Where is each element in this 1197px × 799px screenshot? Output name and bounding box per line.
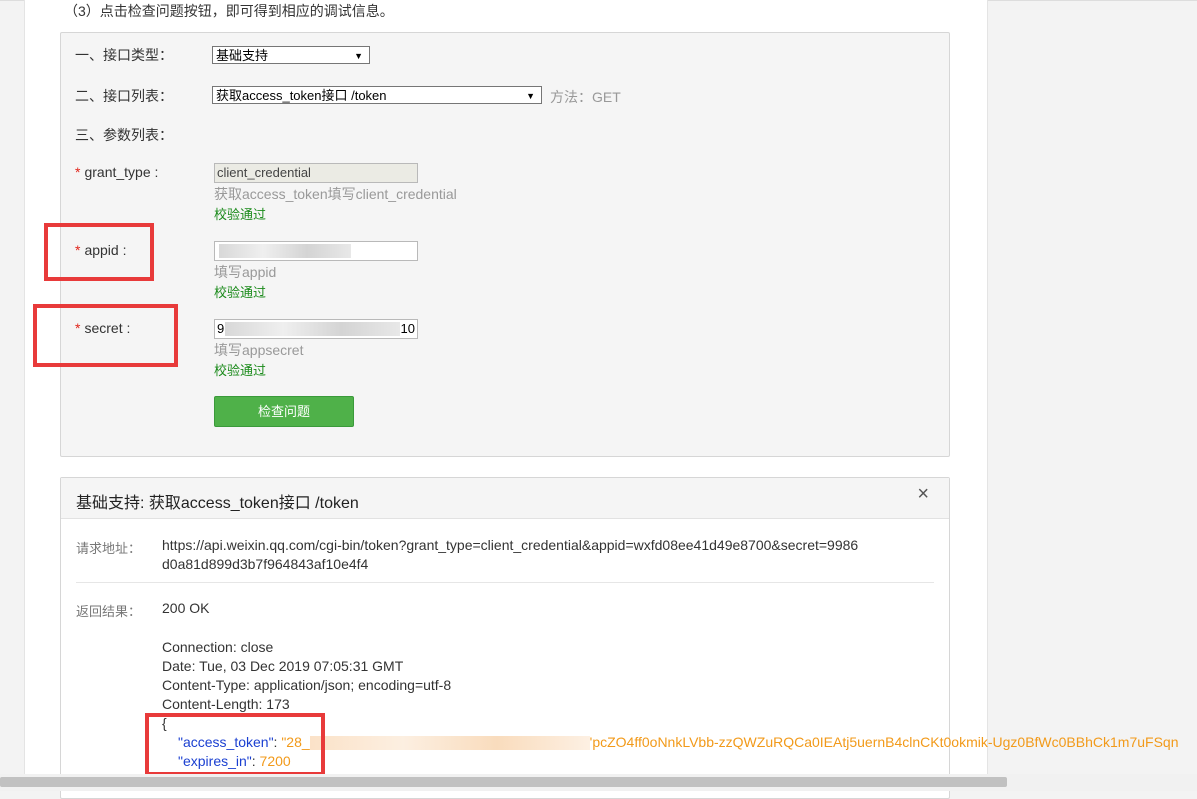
divider bbox=[76, 582, 934, 583]
result-header: 基础支持: 获取access_token接口 /token × bbox=[61, 478, 949, 519]
highlight-box-appid bbox=[44, 223, 154, 281]
redacted-value bbox=[225, 322, 400, 336]
appid-input[interactable] bbox=[214, 241, 418, 261]
interface-list-value: 获取access_token接口 /token bbox=[216, 88, 387, 103]
params-label: 三、参数列表： bbox=[75, 127, 173, 143]
chevron-down-icon: ▼ bbox=[354, 51, 363, 61]
interface-type-label: 一、接口类型： bbox=[75, 47, 173, 63]
instruction-text: （3）点击检查问题按钮，即可得到相应的调试信息。 bbox=[64, 3, 394, 19]
request-url-label: 请求地址： bbox=[76, 541, 142, 556]
secret-input[interactable]: 9 10 bbox=[214, 319, 418, 339]
interface-list-label: 二、接口列表： bbox=[75, 88, 173, 104]
debug-form-panel: 一、接口类型： 基础支持 ▼ 二、接口列表： 获取access_token接口 … bbox=[60, 32, 950, 457]
secret-value-prefix: 9 bbox=[217, 321, 225, 336]
response-header-line: Content-Length: 173 bbox=[162, 696, 290, 712]
secret-status: 校验通过 bbox=[214, 363, 267, 378]
required-mark: * bbox=[75, 164, 81, 180]
secret-value-suffix: 10 bbox=[400, 321, 415, 336]
interface-type-value: 基础支持 bbox=[216, 48, 269, 63]
chevron-down-icon: ▼ bbox=[526, 91, 535, 101]
return-result-label: 返回结果： bbox=[76, 604, 142, 619]
appid-hint: 填写appid bbox=[214, 264, 277, 280]
grant-type-status: 校验通过 bbox=[214, 207, 267, 222]
highlight-box-secret bbox=[33, 304, 178, 367]
response-header-line: Content-Type: application/json; encoding… bbox=[162, 677, 452, 693]
secret-hint: 填写appsecret bbox=[214, 342, 304, 358]
response-header-line: Date: Tue, 03 Dec 2019 07:05:31 GMT bbox=[162, 658, 404, 674]
param-grant-type-label: * grant_type : bbox=[75, 164, 159, 180]
appid-status: 校验通过 bbox=[214, 285, 267, 300]
redacted-value bbox=[219, 244, 351, 258]
interface-type-select[interactable]: 基础支持 ▼ bbox=[212, 46, 370, 64]
close-icon[interactable]: × bbox=[917, 483, 929, 506]
grant-type-input[interactable]: client_credential bbox=[214, 163, 418, 183]
request-url: https://api.weixin.qq.com/cgi-bin/token?… bbox=[162, 537, 859, 572]
horizontal-scrollbar[interactable] bbox=[0, 774, 1197, 791]
interface-list-select[interactable]: 获取access_token接口 /token ▼ bbox=[212, 86, 542, 104]
method-text: 方法：GET bbox=[550, 89, 621, 105]
response-status: 200 OK bbox=[162, 600, 210, 616]
redacted-token bbox=[309, 736, 590, 751]
scrollbar-thumb[interactable] bbox=[0, 777, 1007, 787]
result-title: 基础支持: 获取access_token接口 /token bbox=[76, 495, 359, 512]
check-problem-button[interactable]: 检查问题 bbox=[214, 396, 354, 427]
response-header-line: Connection: close bbox=[162, 639, 274, 655]
highlight-box-token bbox=[145, 713, 325, 776]
grant-type-hint: 获取access_token填写client_credential bbox=[214, 186, 457, 202]
